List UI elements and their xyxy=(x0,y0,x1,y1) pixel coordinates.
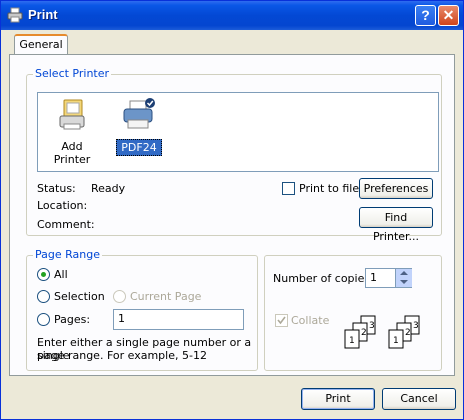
current-page-label: Current Page xyxy=(130,290,202,303)
printer-item-pdf24[interactable]: PDF24 xyxy=(116,98,162,156)
general-tab-panel: Select Printer Add Printer PDF24 Status:… xyxy=(9,54,455,376)
page-range-help-line2: page range. For example, 5-12 xyxy=(37,349,207,362)
cancel-button[interactable]: Cancel xyxy=(382,388,456,410)
pages-radio[interactable] xyxy=(37,313,50,326)
page-range-group: Page Range All Selection Current Page Pa… xyxy=(26,248,258,371)
pages-input[interactable]: 1 xyxy=(113,309,244,330)
collate-checkbox xyxy=(275,314,288,327)
status-value: Ready xyxy=(91,182,126,195)
current-page-radio xyxy=(113,290,126,303)
close-button[interactable]: ✕ xyxy=(438,5,459,26)
title-bar[interactable]: Print ? ✕ xyxy=(1,1,463,30)
selection-radio[interactable] xyxy=(37,290,50,303)
print-button[interactable]: Print xyxy=(301,388,375,410)
collate-pages-icon: 3 2 1 3 2 1 xyxy=(344,315,420,349)
preferences-button[interactable]: Preferences xyxy=(359,178,433,199)
help-button[interactable]: ? xyxy=(415,5,436,26)
check-mark-icon xyxy=(277,316,286,325)
printer-label-pdf24: PDF24 xyxy=(116,139,162,156)
window-title: Print xyxy=(28,7,58,22)
select-printer-legend: Select Printer xyxy=(33,67,112,80)
page-range-legend: Page Range xyxy=(33,248,102,261)
all-radio[interactable] xyxy=(37,268,50,281)
printer-item-add-printer[interactable]: Add Printer xyxy=(42,98,102,167)
add-printer-icon xyxy=(59,99,85,130)
collate-page-number: 3 xyxy=(369,321,375,331)
collate-page-number: 1 xyxy=(349,336,355,346)
number-of-copies-label: Number of copies: xyxy=(273,272,374,285)
copies-spinner[interactable] xyxy=(395,269,412,287)
spin-down-icon[interactable] xyxy=(400,280,408,284)
spin-up-icon[interactable] xyxy=(400,271,408,275)
status-label: Status: xyxy=(37,182,76,195)
location-label: Location: xyxy=(37,199,88,212)
comment-label: Comment: xyxy=(37,218,95,231)
printer-icon xyxy=(7,7,23,23)
print-to-file-label[interactable]: Print to file xyxy=(299,182,359,195)
collate-page-number: 2 xyxy=(405,328,411,338)
radio-selected-dot xyxy=(41,272,46,277)
collate-page-number: 2 xyxy=(361,328,367,338)
collate-page-number: 1 xyxy=(393,336,399,346)
printer-icon xyxy=(123,98,155,129)
copies-group: Number of copies: 1 Collate 3 2 1 3 2 1 xyxy=(264,255,442,371)
printer-list[interactable]: Add Printer PDF24 xyxy=(37,92,439,172)
print-to-file-checkbox[interactable] xyxy=(282,182,295,195)
collate-label: Collate xyxy=(291,314,330,327)
pages-label[interactable]: Pages: xyxy=(54,313,90,326)
print-dialog: Print ? ✕ General Select Printer Add Pri… xyxy=(0,0,464,420)
selection-label[interactable]: Selection xyxy=(54,290,105,303)
tab-general[interactable]: General xyxy=(14,34,68,55)
collate-page-number: 3 xyxy=(413,321,419,331)
all-label[interactable]: All xyxy=(54,268,68,281)
printer-label-add-printer: Add Printer xyxy=(53,140,91,166)
select-printer-group: Select Printer Add Printer PDF24 Status:… xyxy=(26,67,442,243)
find-printer-button[interactable]: Find Printer... xyxy=(359,207,433,243)
